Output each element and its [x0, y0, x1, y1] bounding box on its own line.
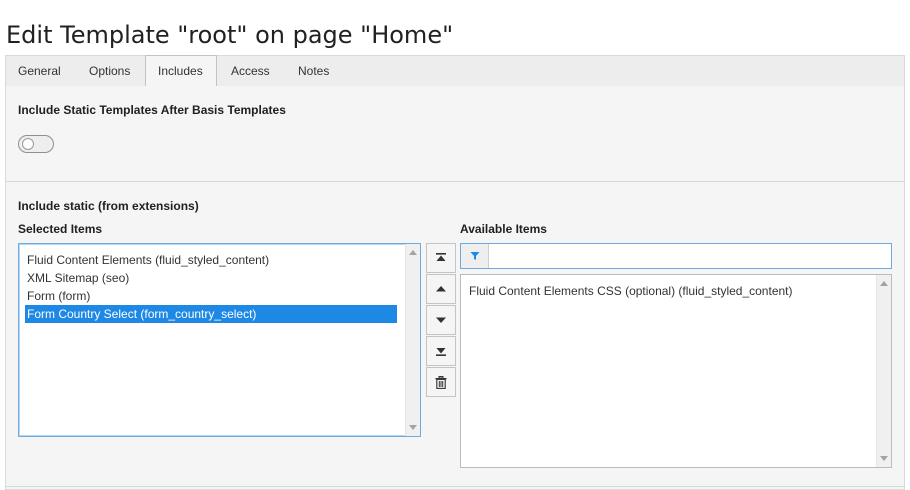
selected-list-item-active[interactable]: Form Country Select (form_country_select…	[25, 305, 397, 323]
toggle-knob	[22, 138, 34, 150]
move-down-button[interactable]	[426, 305, 456, 335]
tab-notes[interactable]: Notes	[286, 56, 341, 86]
selected-list-item[interactable]: Form (form)	[25, 287, 397, 305]
available-items-label: Available Items	[460, 222, 547, 236]
include-static-label: Include static (from extensions)	[18, 199, 199, 213]
move-to-bottom-button[interactable]	[426, 336, 456, 366]
tab-bar: General Options Includes Access Notes	[5, 55, 905, 87]
selected-items-label: Selected Items	[18, 222, 103, 236]
available-items-filter	[460, 243, 892, 269]
filter-icon	[461, 244, 489, 268]
tab-options[interactable]: Options	[77, 56, 142, 86]
selected-list-item[interactable]: Fluid Content Elements (fluid_styled_con…	[25, 251, 397, 269]
bottom-divider	[6, 486, 904, 487]
funnel-icon	[470, 252, 479, 260]
section-divider	[6, 181, 904, 182]
static-templates-label: Include Static Templates After Basis Tem…	[18, 103, 286, 117]
includes-panel: Include Static Templates After Basis Tem…	[5, 86, 905, 490]
tab-general[interactable]: General	[6, 56, 73, 86]
page-title: Edit Template "root" on page "Home"	[6, 21, 454, 50]
available-list-item[interactable]: Fluid Content Elements CSS (optional) (f…	[467, 282, 867, 300]
remove-button[interactable]	[426, 367, 456, 397]
scroll-down-arrow-icon[interactable]	[880, 456, 888, 461]
scroll-up-arrow-icon[interactable]	[880, 281, 888, 286]
tab-includes[interactable]: Includes	[145, 55, 217, 87]
available-items-list[interactable]: Fluid Content Elements CSS (optional) (f…	[460, 274, 892, 468]
tab-access[interactable]: Access	[219, 56, 282, 86]
move-to-top-button[interactable]	[426, 243, 456, 273]
arrow-down-icon	[436, 317, 446, 323]
selected-items-list[interactable]: Fluid Content Elements (fluid_styled_con…	[18, 243, 421, 437]
move-bottom-icon	[436, 348, 446, 356]
trash-icon	[435, 375, 447, 389]
available-list-scrollbar[interactable]	[876, 275, 891, 467]
move-up-button[interactable]	[426, 274, 456, 304]
selected-list-scrollbar[interactable]	[405, 244, 420, 436]
static-templates-toggle[interactable]	[18, 135, 54, 153]
scroll-down-arrow-icon[interactable]	[409, 425, 417, 430]
filter-input[interactable]	[490, 244, 890, 268]
selected-list-item[interactable]: XML Sitemap (seo)	[25, 269, 397, 287]
arrow-up-icon	[436, 286, 446, 292]
scroll-up-arrow-icon[interactable]	[409, 250, 417, 255]
move-top-icon	[436, 253, 446, 261]
